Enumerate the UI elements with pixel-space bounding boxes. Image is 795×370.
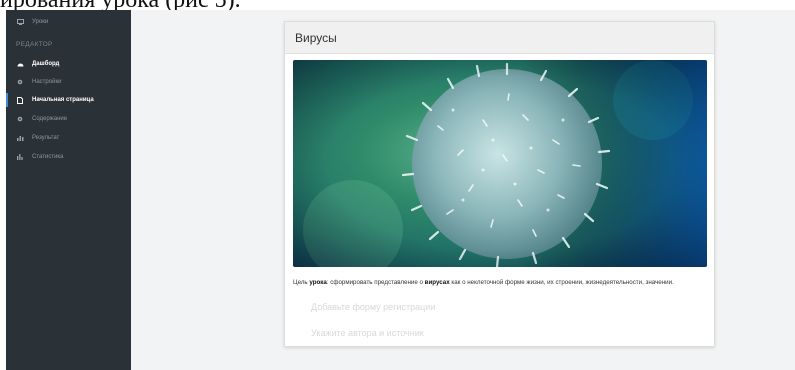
sidebar-item-statistics[interactable]: Статистика	[6, 147, 131, 167]
add-registration-form-link[interactable]: Добавьте форму регистрации	[311, 302, 435, 312]
lessons-icon	[16, 19, 24, 25]
gear-icon	[16, 116, 24, 122]
dashboard-icon	[16, 61, 24, 67]
sidebar: Уроки РЕДАКТОР Дашборд Настройки Начальн…	[6, 10, 131, 370]
sidebar-item-label: Результат	[32, 135, 60, 141]
lesson-card: Вирусы Цель урока: сформировать представ…	[284, 21, 715, 347]
sidebar-item-settings[interactable]: Настройки	[6, 72, 131, 92]
sidebar-item-dashboard[interactable]: Дашборд	[6, 54, 131, 74]
file-icon	[16, 96, 24, 104]
sidebar-item-label: Начальная страница	[32, 97, 94, 103]
sidebar-item-label: Уроки	[32, 19, 49, 25]
sidebar-item-label: Содержание	[32, 116, 68, 122]
statistics-icon	[16, 154, 24, 160]
gear-icon	[16, 79, 24, 85]
sidebar-item-label: Дашборд	[32, 61, 60, 67]
goal-bold-viruses: вирусах	[424, 279, 450, 286]
sidebar-item-start-page[interactable]: Начальная страница	[6, 90, 131, 110]
goal-bold-lesson: урока	[309, 279, 327, 286]
sidebar-section-title: РЕДАКТОР	[16, 41, 53, 48]
virus-image	[293, 60, 707, 267]
lesson-goal-text: Цель урока: сформировать представление о…	[293, 279, 713, 286]
sidebar-item-label: Статистика	[32, 154, 64, 160]
author-source-link[interactable]: Укажите автора и источник	[311, 328, 424, 338]
sidebar-item-label: Настройки	[32, 79, 62, 85]
goal-middle: : сформировать представление о	[326, 279, 425, 286]
goal-prefix: Цель	[293, 279, 310, 286]
sidebar-item-result[interactable]: Результат	[6, 128, 131, 148]
card-title: Вирусы	[285, 22, 714, 54]
sidebar-item-content[interactable]: Содержание	[6, 109, 131, 129]
sidebar-item-lessons[interactable]: Уроки	[6, 12, 131, 32]
bar-chart-icon	[16, 135, 24, 141]
goal-suffix: как о неклеточной форме жизни, их строен…	[449, 279, 674, 286]
